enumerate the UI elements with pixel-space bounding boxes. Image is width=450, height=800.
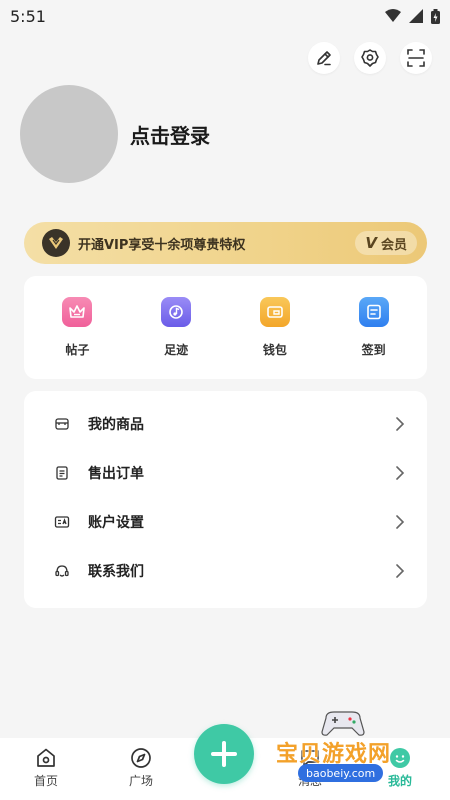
wifi-icon <box>385 9 401 22</box>
settings-button[interactable] <box>354 42 386 74</box>
vip-mark: V <box>365 234 377 252</box>
gear-icon <box>361 49 379 67</box>
quick-item-label: 帖子 <box>65 343 90 357</box>
add-post-button[interactable] <box>194 724 254 784</box>
chevron-right-icon <box>393 416 407 431</box>
plus-icon <box>211 741 237 767</box>
checkin-icon <box>358 297 389 327</box>
shop-icon <box>54 416 70 432</box>
scan-icon <box>407 49 425 67</box>
nav-label: 首页 <box>33 774 58 788</box>
menu-card: 我的商品 售出订单 账户设置 联系我们 <box>24 391 427 608</box>
compass-icon <box>131 748 151 768</box>
vip-member-badge[interactable]: V 会员 <box>355 231 417 255</box>
chevron-right-icon <box>393 465 407 480</box>
account-icon <box>54 514 70 530</box>
wallet-icon <box>259 297 290 327</box>
nav-home[interactable]: 首页 <box>21 746 71 789</box>
nav-label: 广场 <box>128 774 153 788</box>
menu-item-label: 售出订单 <box>88 465 144 482</box>
quick-item-posts[interactable]: 帖子 <box>37 297 117 358</box>
menu-item-my-products[interactable]: 我的商品 <box>24 399 427 448</box>
crown-icon <box>62 297 93 327</box>
menu-item-sold-orders[interactable]: 售出订单 <box>24 448 427 497</box>
quick-item-checkin[interactable]: 签到 <box>334 297 414 358</box>
contact-icon <box>54 563 70 579</box>
status-icons <box>385 8 440 24</box>
battery-icon <box>431 8 440 24</box>
vip-banner[interactable]: 开通VIP享受十余项尊贵特权 V 会员 <box>24 222 427 264</box>
watermark-url: baobeiy.com <box>298 764 384 782</box>
menu-item-label: 账户设置 <box>88 514 144 531</box>
pencil-icon <box>317 51 331 66</box>
chevron-right-icon <box>393 514 407 529</box>
top-actions <box>308 42 432 74</box>
quick-item-label: 钱包 <box>262 343 287 357</box>
profile-section[interactable]: 点击登录 <box>20 85 210 183</box>
order-icon <box>54 465 70 481</box>
menu-item-label: 联系我们 <box>88 563 144 580</box>
vip-crown-icon <box>42 229 70 257</box>
status-bar: 5:51 <box>0 0 450 32</box>
chevron-right-icon <box>393 563 407 578</box>
signal-icon <box>409 9 423 23</box>
watermark: 宝贝游戏网 baobeiy.com <box>276 706 426 794</box>
quick-item-footprints[interactable]: 足迹 <box>136 297 216 358</box>
vip-banner-text: 开通VIP享受十余项尊贵特权 <box>78 237 246 253</box>
nav-square[interactable]: 广场 <box>116 746 166 789</box>
note-icon <box>161 297 192 327</box>
menu-item-contact-us[interactable]: 联系我们 <box>24 546 427 595</box>
quick-item-wallet[interactable]: 钱包 <box>235 297 315 358</box>
login-label[interactable]: 点击登录 <box>130 120 210 149</box>
edit-button[interactable] <box>308 42 340 74</box>
menu-item-account-settings[interactable]: 账户设置 <box>24 497 427 546</box>
menu-item-label: 我的商品 <box>88 416 144 433</box>
avatar[interactable] <box>20 85 118 183</box>
quick-item-label: 签到 <box>361 343 386 357</box>
status-time: 5:51 <box>10 6 46 26</box>
quick-actions-card: 帖子 足迹 钱包 签到 <box>24 276 427 379</box>
gamepad-icon <box>321 711 365 736</box>
scan-button[interactable] <box>400 42 432 74</box>
vip-member-label: 会员 <box>380 237 407 253</box>
quick-item-label: 足迹 <box>164 343 189 357</box>
home-icon <box>37 748 55 767</box>
